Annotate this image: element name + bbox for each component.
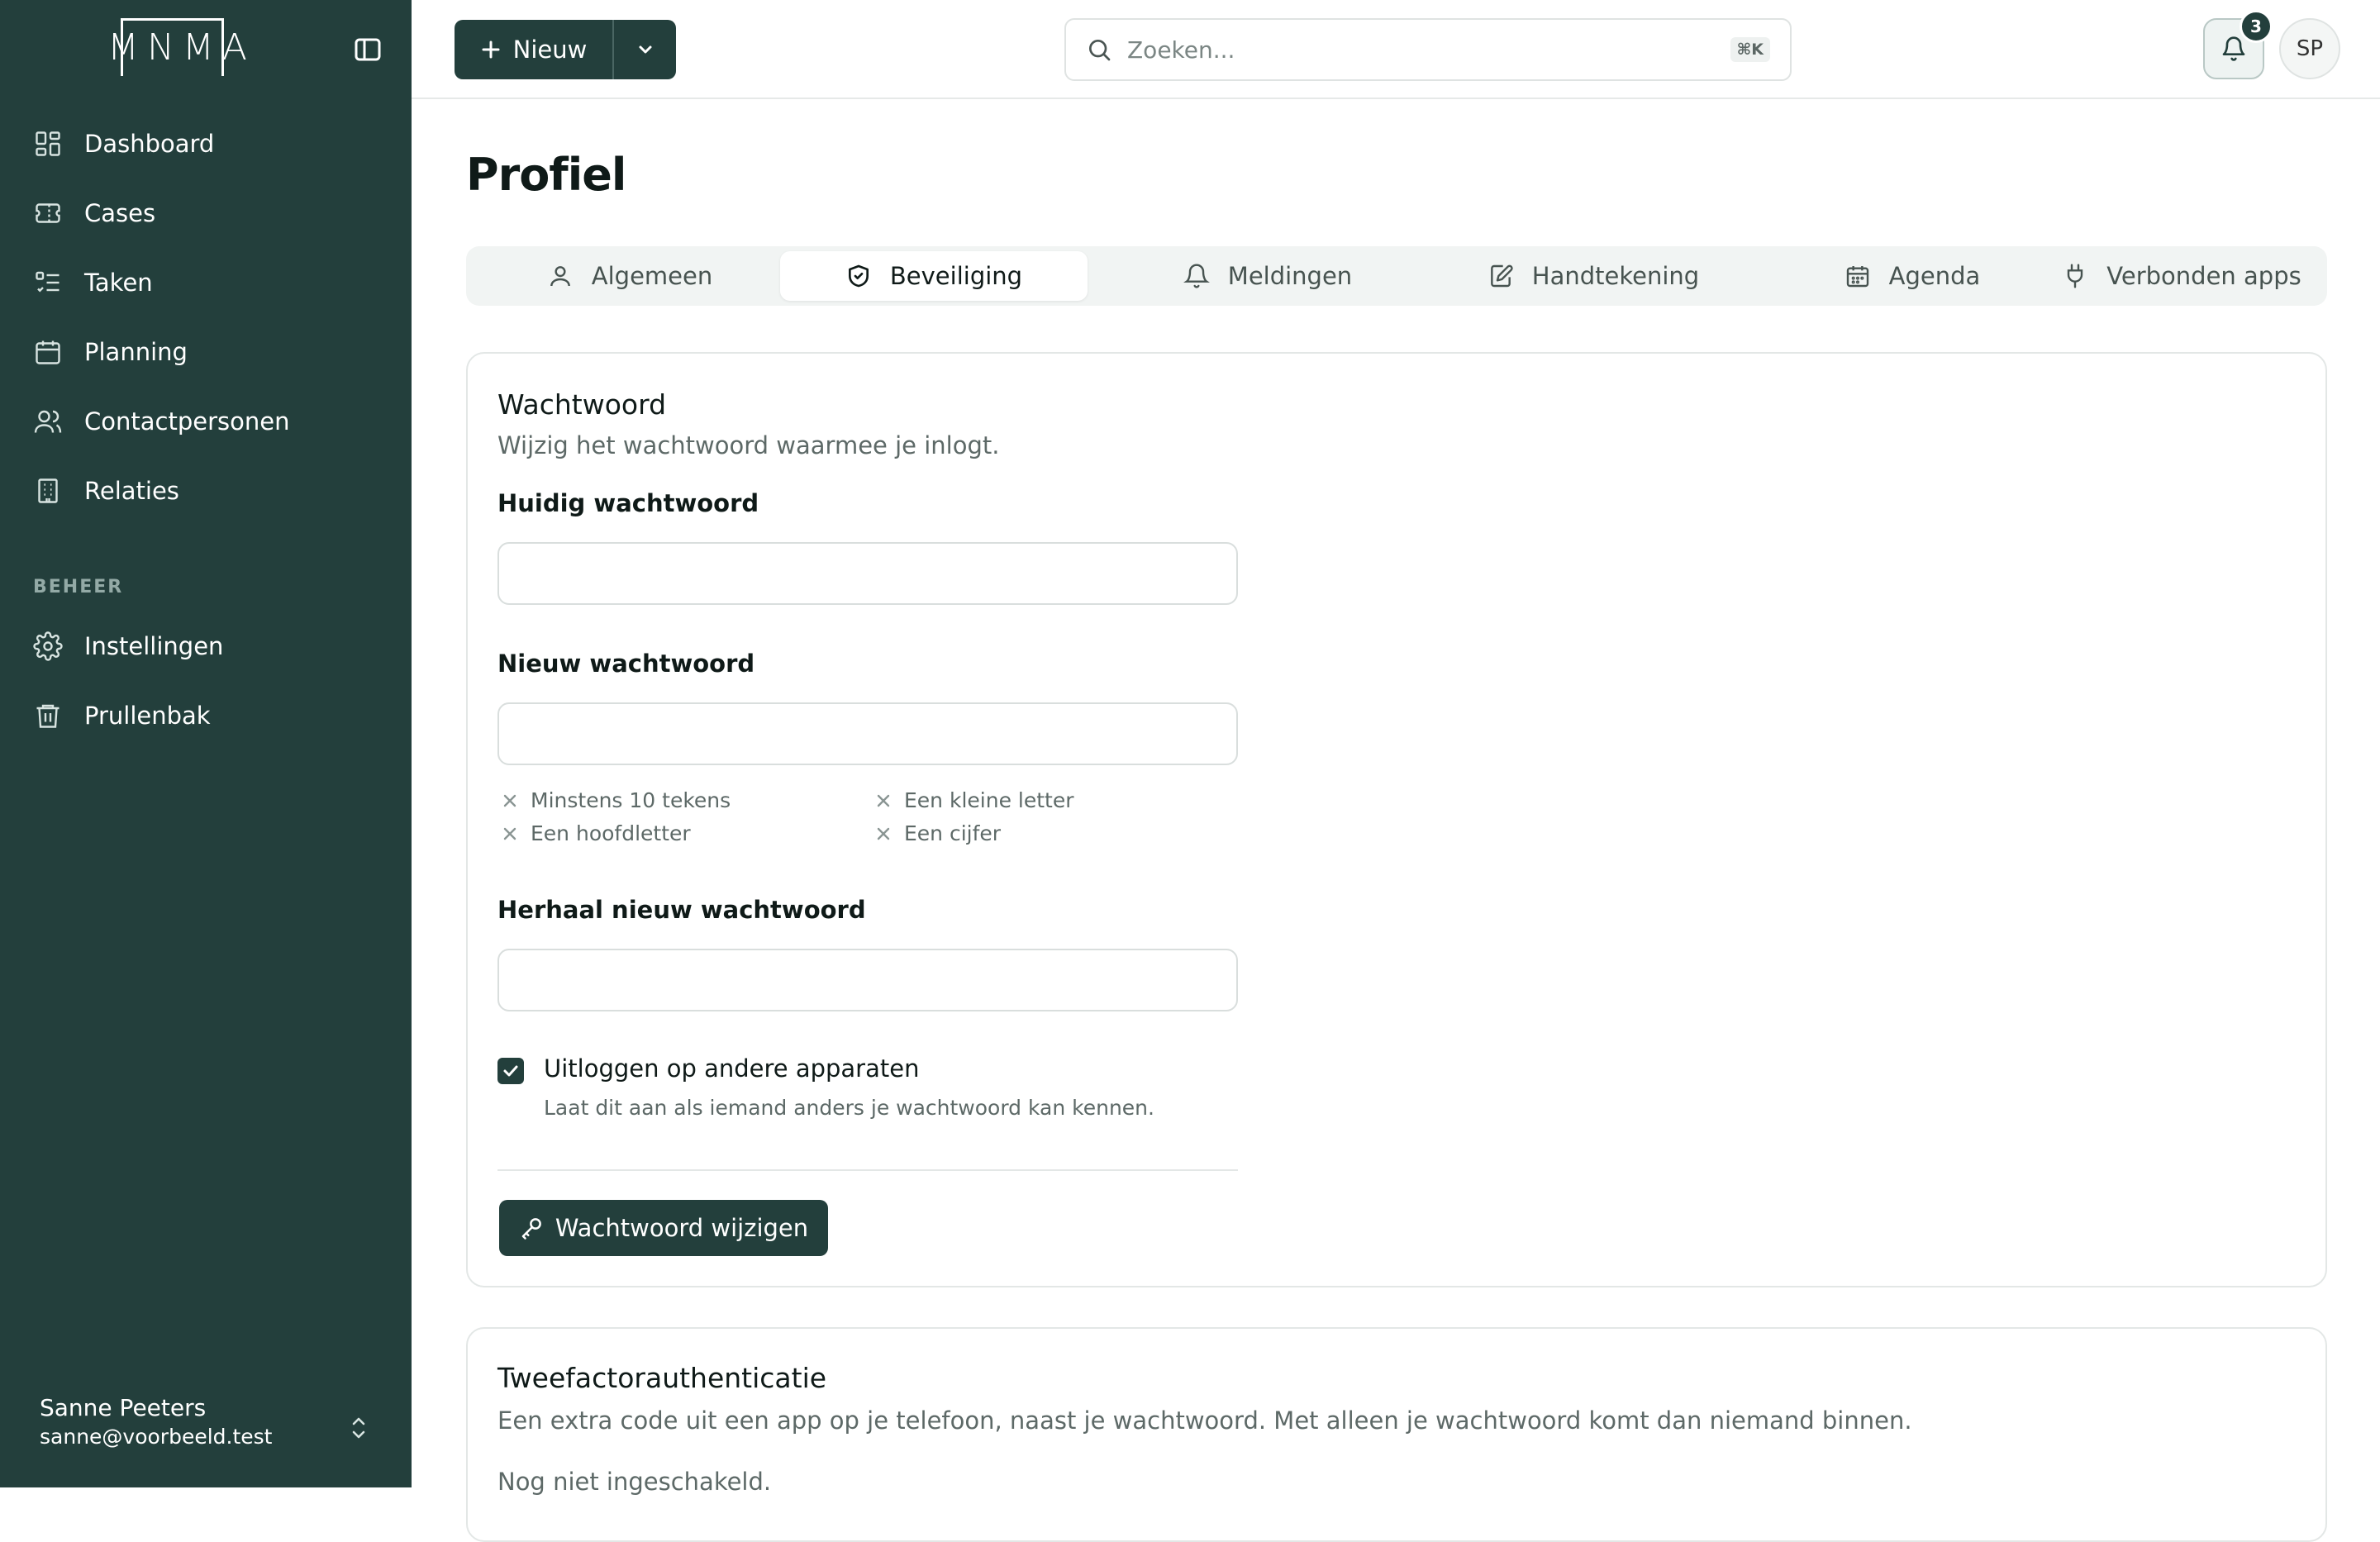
card-description: Wijzig het wachtwoord waarmee je inlogt. — [497, 431, 1000, 459]
password-requirement: Een hoofdletter — [501, 821, 691, 845]
tab-label: Beveiliging — [889, 262, 1023, 290]
sidebar-item-planning[interactable]: Planning — [33, 327, 380, 377]
tab-label: Algemeen — [591, 262, 713, 290]
tab-label: Handtekening — [1531, 262, 1700, 290]
password-card: Wachtwoord Wijzig het wachtwoord waarmee… — [466, 352, 2327, 1287]
key-icon — [519, 1216, 544, 1240]
requirement-label: Een cijfer — [904, 821, 1002, 845]
logout-other-devices-label[interactable]: Uitloggen op andere apparaten — [544, 1054, 919, 1083]
card-title: Wachtwoord — [497, 388, 667, 421]
gear-icon — [33, 631, 63, 661]
change-password-label: Wachtwoord wijzigen — [555, 1214, 809, 1242]
page-title: Profiel — [466, 149, 626, 201]
tab-agenda[interactable]: Agenda — [1780, 251, 2044, 301]
change-password-button[interactable]: Wachtwoord wijzigen — [499, 1200, 828, 1256]
new-password-input[interactable] — [497, 702, 1238, 765]
sidebar-item-instellingen[interactable]: Instellingen — [33, 621, 380, 671]
plus-icon — [480, 39, 502, 60]
search-input[interactable]: Zoeken... ⌘K — [1064, 18, 1792, 81]
current-password-input[interactable] — [497, 542, 1238, 605]
two-factor-card: Tweefactorauthenticatie Een extra code u… — [466, 1327, 2327, 1542]
tab-label: Verbonden apps — [2106, 262, 2301, 290]
new-split-button: Nieuw — [455, 20, 676, 79]
sidebar-item-label: Cases — [84, 199, 156, 227]
logout-other-devices-help: Laat dit aan als iemand anders je wachtw… — [544, 1096, 1154, 1120]
notification-count-badge: 3 — [2240, 10, 2273, 43]
repeat-password-input[interactable] — [497, 949, 1238, 1011]
tab-meldingen[interactable]: Meldingen — [1135, 251, 1400, 301]
sidebar-item-label: Instellingen — [84, 632, 224, 660]
sidebar-item-cases[interactable]: Cases — [33, 188, 380, 238]
repeat-password-label: Herhaal nieuw wachtwoord — [497, 896, 866, 924]
new-button[interactable]: Nieuw — [455, 20, 614, 79]
task-list-icon — [33, 268, 63, 297]
trash-icon — [33, 701, 63, 731]
requirement-label: Minstens 10 tekens — [531, 788, 731, 812]
card-title: Tweefactorauthenticatie — [497, 1362, 827, 1394]
password-requirement: Een kleine letter — [874, 788, 1073, 812]
logout-other-devices-checkbox[interactable] — [497, 1058, 524, 1084]
calendar-icon — [1844, 263, 1871, 289]
tab-label: Agenda — [1888, 262, 1981, 290]
check-icon — [502, 1062, 520, 1080]
search-shortcut: ⌘K — [1730, 37, 1770, 62]
sidebar-item-label: Prullenbak — [84, 702, 211, 730]
sidebar-item-relaties[interactable]: Relaties — [33, 466, 380, 516]
tab-handtekening[interactable]: Handtekening — [1428, 251, 1759, 301]
logo-text: MNMA — [107, 26, 255, 69]
tab-verbonden-apps[interactable]: Verbonden apps — [2041, 251, 2322, 301]
sidebar-item-label: Planning — [84, 338, 188, 366]
calendar-icon — [33, 337, 63, 367]
building-icon — [33, 476, 63, 506]
dashboard-icon — [33, 129, 63, 159]
plug-icon — [2062, 263, 2088, 289]
tab-algemeen[interactable]: Algemeen — [497, 251, 762, 301]
bell-icon — [1183, 263, 1210, 289]
sidebar-item-label: Dashboard — [84, 130, 215, 158]
profile-tabs: Algemeen Beveiliging Meldingen Handteken… — [466, 246, 2327, 306]
bell-icon — [2221, 36, 2247, 62]
app-logo[interactable]: MNMA — [107, 18, 247, 78]
sidebar-item-label: Relaties — [84, 477, 179, 505]
new-password-label: Nieuw wachtwoord — [497, 650, 755, 678]
users-icon — [33, 407, 63, 436]
ticket-icon — [33, 198, 63, 228]
user-name: Sanne Peeters — [40, 1394, 207, 1421]
password-requirement: Minstens 10 tekens — [501, 788, 731, 812]
current-password-label: Huidig wachtwoord — [497, 489, 759, 517]
tab-beveiliging[interactable]: Beveiliging — [780, 251, 1088, 301]
chevron-up-down-icon[interactable] — [347, 1413, 370, 1443]
chevron-down-icon — [635, 40, 655, 59]
two-factor-status: Nog niet ingeschakeld. — [497, 1468, 772, 1496]
requirement-label: Een kleine letter — [904, 788, 1074, 812]
divider — [497, 1169, 1238, 1171]
new-button-label: Nieuw — [512, 36, 588, 64]
sidebar-item-taken[interactable]: Taken — [33, 258, 380, 307]
sidebar-toggle-icon[interactable] — [354, 36, 382, 63]
sidebar: MNMA Dashboard Cases Taken Planning Cont… — [0, 0, 412, 1487]
sidebar-item-prullenbak[interactable]: Prullenbak — [33, 691, 380, 740]
avatar[interactable]: SP — [2279, 18, 2340, 79]
search-icon — [1086, 36, 1112, 63]
sidebar-section-beheer: BEHEER — [33, 577, 124, 597]
card-description: Een extra code uit een app op je telefoo… — [497, 1406, 1912, 1435]
user-icon — [547, 263, 574, 289]
tab-label: Meldingen — [1227, 262, 1353, 290]
shield-check-icon — [845, 263, 872, 289]
signature-icon — [1488, 263, 1514, 289]
sidebar-item-label: Taken — [84, 269, 153, 297]
requirement-label: Een hoofdletter — [531, 821, 691, 845]
x-icon — [501, 792, 519, 810]
search-placeholder: Zoeken... — [1127, 36, 1235, 64]
x-icon — [874, 792, 892, 810]
user-menu[interactable]: Sanne Peeters sanne@voorbeeld.test — [40, 1393, 387, 1451]
sidebar-item-contactpersonen[interactable]: Contactpersonen — [33, 397, 380, 446]
x-icon — [501, 825, 519, 843]
new-dropdown-button[interactable] — [614, 20, 676, 79]
sidebar-item-dashboard[interactable]: Dashboard — [33, 119, 380, 169]
user-email: sanne@voorbeeld.test — [40, 1425, 273, 1449]
password-requirement: Een cijfer — [874, 821, 1001, 845]
sidebar-item-label: Contactpersonen — [84, 407, 290, 435]
x-icon — [874, 825, 892, 843]
